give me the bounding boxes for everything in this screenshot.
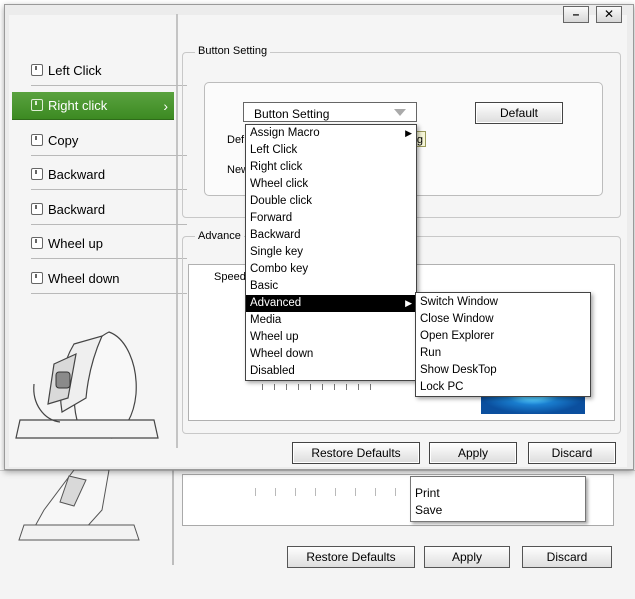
function-dropdown-menu: Assign Macro ▶ Left Click Right click Whe… [245,124,417,381]
sidebar-item-label: Right click [48,98,108,113]
menu-item-print[interactable]: Print [411,485,585,502]
chevron-down-icon [394,109,406,116]
background-separator [172,470,174,565]
sidebar-item-label: Backward [48,167,106,182]
menu-item-left-click[interactable]: Left Click [246,142,416,159]
submenu-item-close-window[interactable]: Close Window [416,311,590,328]
sidebar-item-right-click[interactable]: Right click › [12,92,174,120]
submenu-item-switch-window[interactable]: Switch Window [416,294,590,311]
mouse-button-icon [31,64,43,76]
menu-item-right-click[interactable]: Right click [246,159,416,176]
preview-image [481,396,585,414]
submenu-item-open-explorer[interactable]: Open Explorer [416,328,590,345]
default-field-label: Def [227,134,245,146]
background-apply-button[interactable]: Apply [424,546,510,568]
submenu-item-lock-pc[interactable]: Lock PC [416,379,590,396]
background-mouse-image [18,470,140,541]
background-ticks [255,488,415,496]
mouse-button-icon [31,272,43,284]
default-button[interactable]: Default [475,102,563,124]
submenu-item-show-desktop[interactable]: Show DeskTop [416,362,590,379]
background-restore-defaults-button[interactable]: Restore Defaults [287,546,415,568]
menu-item-save[interactable]: Save [411,502,585,519]
sidebar-item-backward-2[interactable]: Backward [31,196,187,225]
discard-button[interactable]: Discard [528,442,616,464]
mouse-button-icon [31,203,43,215]
menu-item-double-click[interactable]: Double click [246,193,416,210]
sidebar-item-label: Backward [48,202,106,217]
sidebar-item-copy[interactable]: Copy [31,127,187,156]
mouse-button-icon [31,99,43,111]
menu-item-wheel-down[interactable]: Wheel down [246,346,416,363]
menu-item-media[interactable]: Media [246,312,416,329]
menu-item-single-key[interactable]: Single key [246,244,416,261]
menu-item-disabled[interactable]: Disabled [246,363,416,380]
sidebar-item-label: Wheel up [48,236,103,251]
sidebar-item-backward[interactable]: Backward [31,161,187,190]
menu-item-wheel-up[interactable]: Wheel up [246,329,416,346]
submenu-item-run[interactable]: Run [416,345,590,362]
menu-item-backward[interactable]: Backward [246,227,416,244]
advanced-submenu: Switch Window Close Window Open Explorer… [415,292,591,397]
background-context-menu: Print Save [410,476,586,522]
submenu-arrow-icon: ▶ [405,298,412,308]
submenu-arrow-icon: ▶ [405,128,412,138]
sidebar-item-wheel-down[interactable]: Wheel down [31,265,187,294]
advanced-group-label: Advance [195,230,244,242]
mouse-button-icon [31,237,43,249]
mouse-button-icon [31,134,43,146]
mouse-illustration [15,331,159,439]
sidebar-item-wheel-up[interactable]: Wheel up [31,230,187,259]
menu-item-basic[interactable]: Basic [246,278,416,295]
sidebar-item-label: Copy [48,133,79,148]
menu-item-wheel-click[interactable]: Wheel click [246,176,416,193]
chevron-right-icon: › [163,98,168,114]
speed-label: Speed [214,271,246,283]
menu-item-assign-macro[interactable]: Assign Macro ▶ [246,125,416,142]
apply-button[interactable]: Apply [429,442,517,464]
menu-item-forward[interactable]: Forward [246,210,416,227]
speed-slider-ticks [262,384,372,390]
menu-item-advanced[interactable]: Advanced ▶ [246,295,416,312]
button-setting-combo[interactable]: Button Setting [243,102,417,122]
minimize-button[interactable]: – [563,6,589,23]
button-setting-group-label: Button Setting [195,45,271,57]
mouse-button-icon [31,168,43,180]
sidebar-item-label: Left Click [48,63,102,78]
sidebar-item-label: Wheel down [48,271,120,286]
sidebar-item-left-click[interactable]: Left Click [31,57,187,86]
restore-defaults-button[interactable]: Restore Defaults [292,442,420,464]
button-setting-combo-value: Button Setting [254,107,330,121]
menu-item-combo-key[interactable]: Combo key [246,261,416,278]
background-discard-button[interactable]: Discard [522,546,612,568]
close-button[interactable]: ✕ [596,6,622,23]
